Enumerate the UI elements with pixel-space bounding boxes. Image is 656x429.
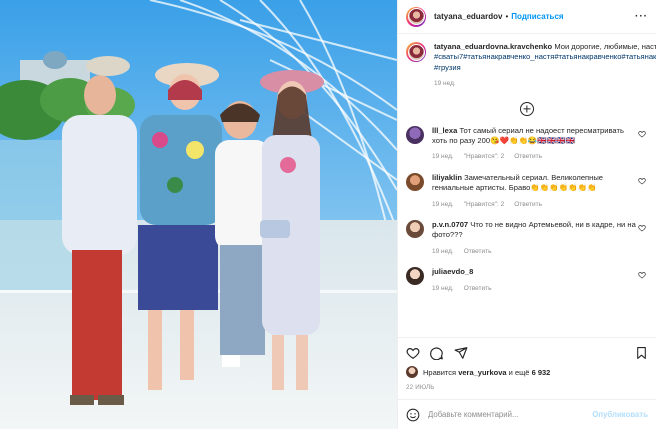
comment-time: 19 нед.: [432, 284, 454, 292]
post-photo[interactable]: [0, 0, 397, 429]
reply-button[interactable]: Ответить: [464, 284, 492, 294]
commenter-avatar[interactable]: [406, 267, 424, 286]
comment-item: p.v.n.0707 Что то не видно Артемьевой, н…: [406, 220, 648, 257]
reply-button[interactable]: Ответить: [464, 247, 492, 257]
add-comment-bar: Добавьте комментарий... Опубликовать: [398, 399, 656, 429]
commenter-avatar[interactable]: [406, 220, 424, 239]
heart-icon[interactable]: [638, 224, 646, 232]
caption-time: 19 нед.: [434, 80, 456, 88]
commenter-avatar[interactable]: [406, 125, 424, 144]
save-icon[interactable]: [635, 346, 648, 360]
comment-item: lll_lexa Тот самый сериал не надоест пер…: [406, 125, 648, 163]
post-sidebar: tatyana_eduardov • Подписаться ··· tatya…: [397, 0, 656, 429]
author-username[interactable]: tatyana_eduardov: [434, 12, 502, 21]
post-caption: tatyana_eduardovna.kravchenko Мои дороги…: [406, 42, 656, 90]
comment-username[interactable]: juliaevdo_8: [432, 267, 473, 276]
comment-username[interactable]: p.v.n.0707: [432, 220, 468, 229]
comment-time: 19 нед.: [432, 247, 454, 255]
caption-hashtags[interactable]: #сваты7#татьянакравченко_настя#татьянакр…: [434, 52, 656, 73]
comment-icon[interactable]: [430, 346, 444, 360]
share-icon[interactable]: [454, 346, 468, 360]
heart-icon[interactable]: [638, 271, 646, 279]
comment-time: 19 нед.: [432, 200, 454, 208]
liker-avatar[interactable]: [406, 366, 418, 378]
likes-middle: и ещё: [508, 367, 530, 377]
post-date: 22 ИЮЛЬ: [406, 384, 435, 391]
comment-username[interactable]: lll_lexa: [432, 126, 457, 135]
comment-time: 19 нед.: [432, 153, 454, 161]
action-icons: [406, 344, 648, 362]
reply-button[interactable]: Ответить: [514, 152, 542, 162]
plus-circle-icon[interactable]: [520, 101, 534, 116]
caption-text: Мои дорогие, любимые, настоящие!: [554, 42, 656, 51]
photo-illustration: [0, 0, 397, 429]
emoji-icon[interactable]: [406, 408, 420, 422]
comment-input[interactable]: Добавьте комментарий...: [428, 410, 592, 419]
post-header: tatyana_eduardov • Подписаться ···: [398, 0, 656, 34]
commenter-avatar[interactable]: [406, 172, 424, 191]
comment-text: Тот самый сериал не надоест пересматрива…: [432, 125, 624, 146]
publish-button[interactable]: Опубликовать: [592, 410, 648, 419]
comment-item: liliyaklin Замечательный сериал. Великол…: [406, 172, 648, 210]
load-more-comments[interactable]: [406, 101, 648, 116]
heart-icon[interactable]: [638, 130, 646, 138]
comment-likes-count[interactable]: "Нравится": 2: [464, 200, 505, 210]
instagram-post: tatyana_eduardov • Подписаться ··· tatya…: [0, 0, 656, 429]
separator-dot: •: [505, 12, 509, 21]
comments-list[interactable]: tatyana_eduardovna.kravchenko Мои дороги…: [398, 34, 656, 337]
caption-username[interactable]: tatyana_eduardovna.kravchenko: [434, 42, 552, 51]
author-avatar[interactable]: [406, 6, 426, 27]
comment-item: juliaevdo_8 19 нед. Ответить: [406, 267, 648, 294]
likes-prefix: Нравится: [423, 367, 457, 377]
caption-avatar[interactable]: [406, 42, 426, 62]
comment-likes-count[interactable]: "Нравится": 2: [464, 152, 505, 162]
liker-username[interactable]: vera_yurkova: [458, 368, 506, 377]
heart-icon[interactable]: [638, 177, 646, 185]
likes-count[interactable]: 6 932: [532, 368, 551, 377]
likes-summary: Нравится vera_yurkova и ещё 6 932: [406, 366, 648, 378]
follow-button[interactable]: Подписаться: [511, 12, 563, 21]
heart-icon[interactable]: [406, 346, 420, 360]
post-actions: Нравится vera_yurkova и ещё 6 932 22 ИЮЛ…: [398, 337, 656, 399]
comment-username[interactable]: liliyaklin: [432, 173, 462, 182]
reply-button[interactable]: Ответить: [514, 200, 542, 210]
more-dots-icon[interactable]: ···: [635, 11, 648, 22]
